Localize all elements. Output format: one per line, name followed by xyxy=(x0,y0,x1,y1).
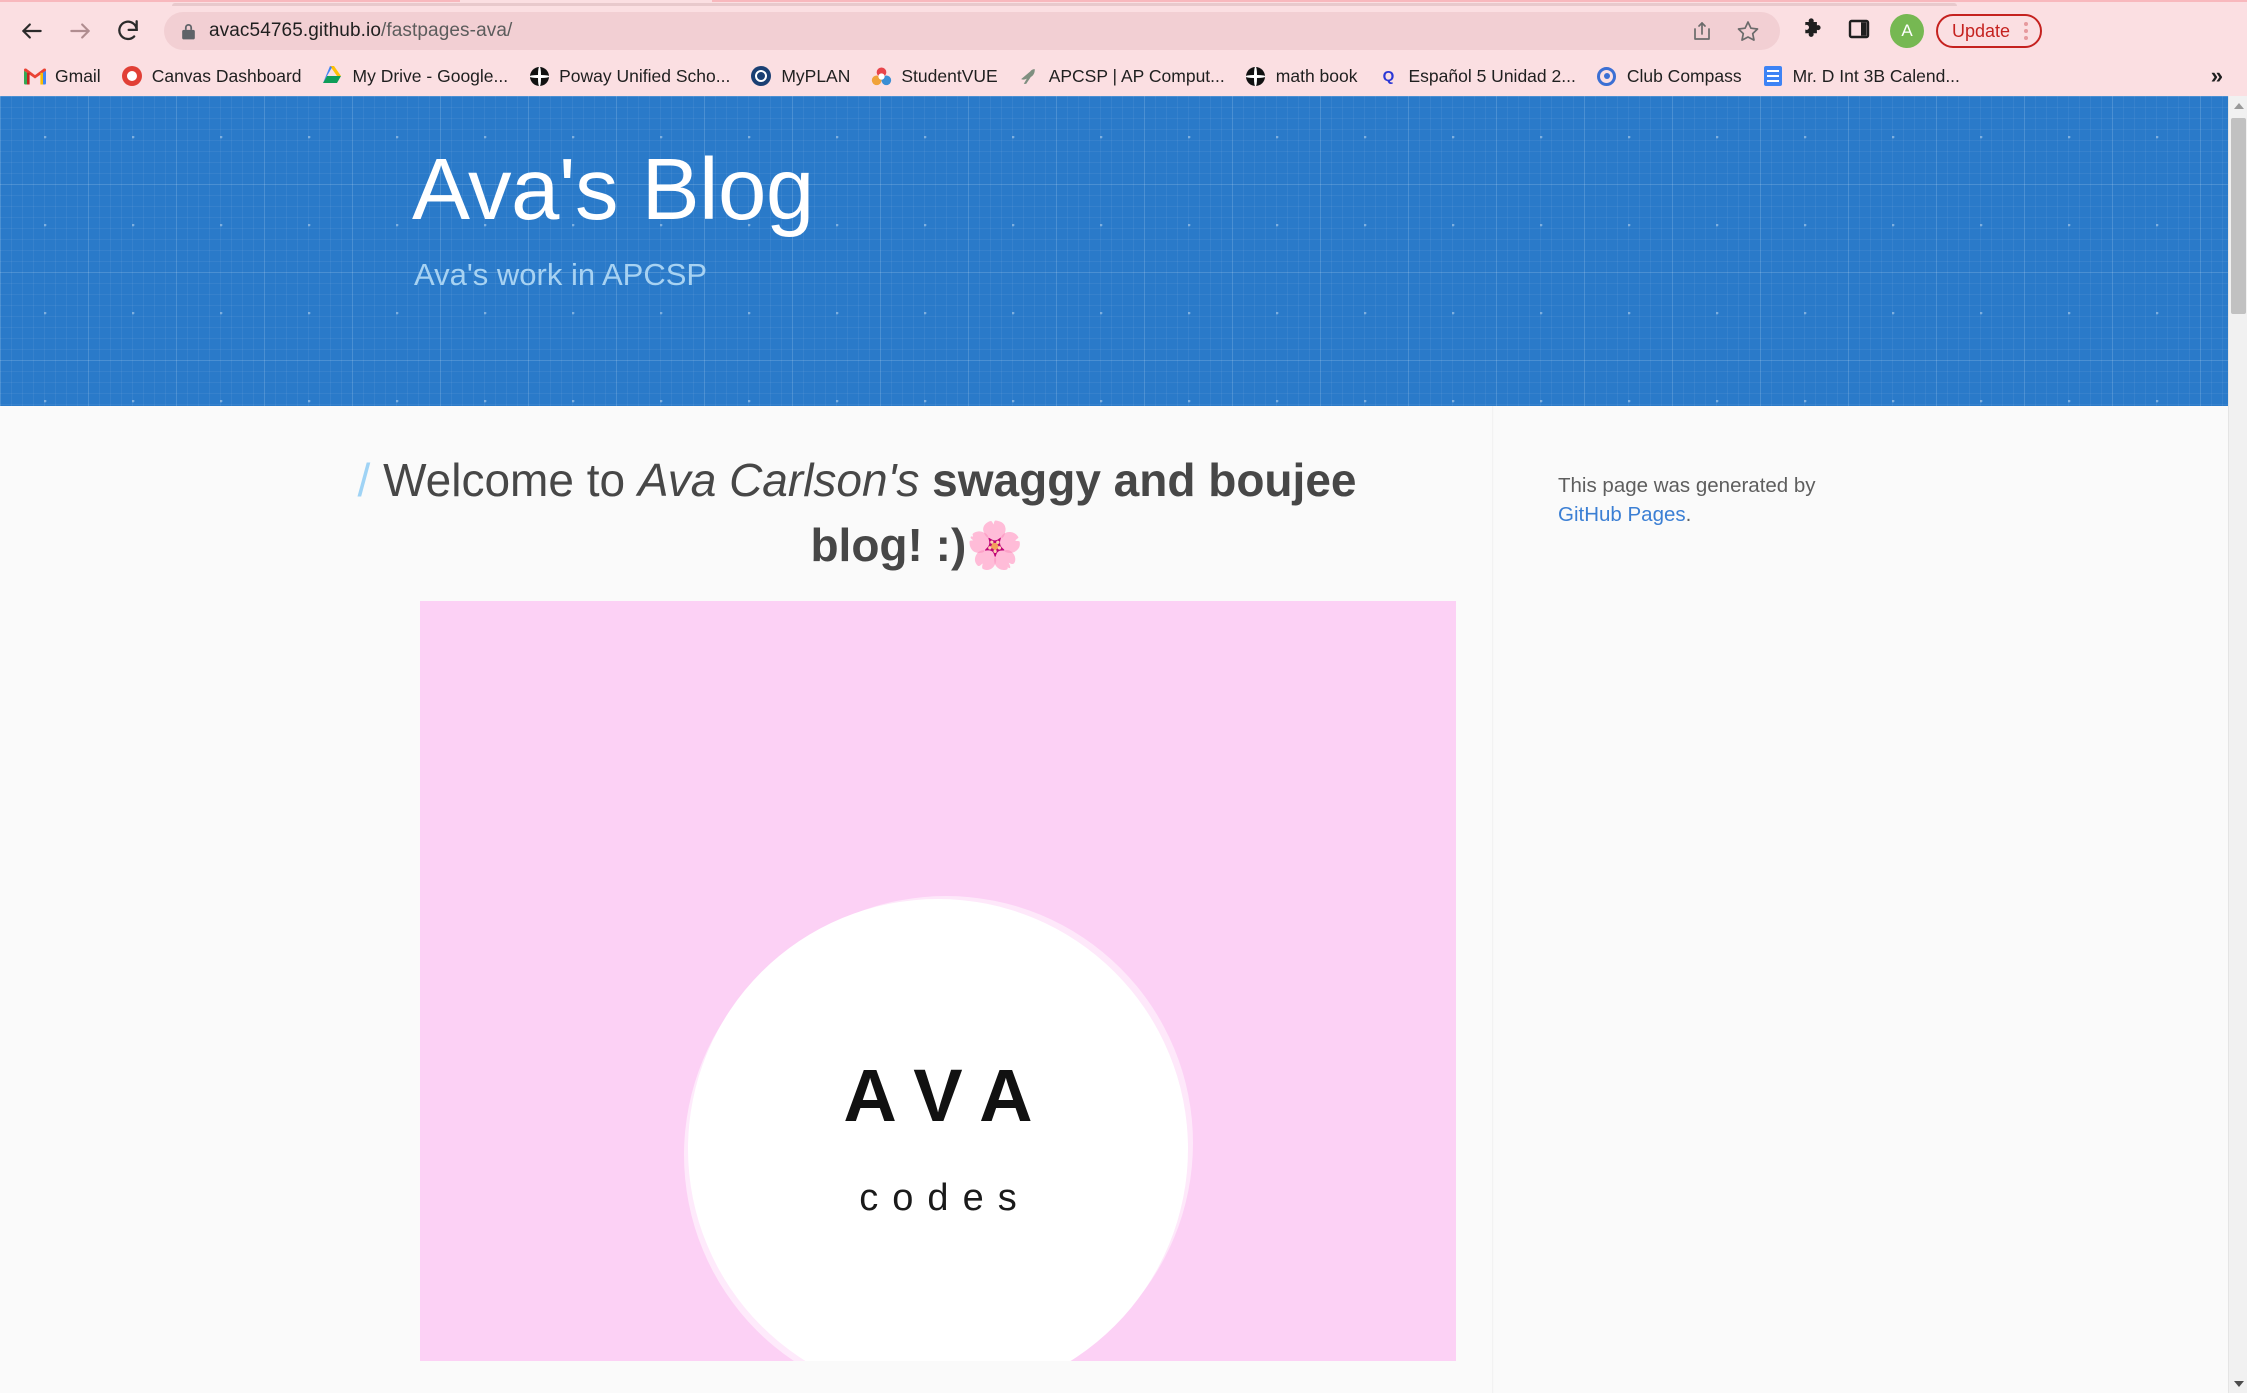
generated-by-suffix: . xyxy=(1685,503,1692,527)
lock-icon xyxy=(180,22,197,41)
google-drive-icon xyxy=(322,65,344,87)
bookmark-label: Poway Unified Scho... xyxy=(559,65,731,86)
reload-button[interactable] xyxy=(104,7,152,55)
url-domain: avac54765.github.io xyxy=(209,20,381,41)
page-title: / Welcome to Ava Carlson's swaggy and bo… xyxy=(0,406,1492,579)
side-panel-button[interactable] xyxy=(1836,8,1882,54)
bookmark-label: My Drive - Google... xyxy=(352,65,509,86)
sidebar-column: This page was generated by GitHub Pages. xyxy=(1492,406,2228,1393)
column-divider xyxy=(1492,406,1494,1393)
scroll-down-arrow-icon[interactable] xyxy=(2229,1374,2247,1393)
bookmarks-bar: Gmail Canvas Dashboard My Drive - Google… xyxy=(0,56,2247,96)
bookmark-label: Gmail xyxy=(55,65,101,86)
tab-strip xyxy=(0,0,2247,6)
share-icon[interactable] xyxy=(1690,19,1714,43)
page-viewport: Ava's Blog Ava's work in APCSP / Welcome… xyxy=(0,96,2247,1393)
title-author: Ava Carlson's xyxy=(637,454,920,506)
browser-chrome: avac54765.github.io/fastpages-ava/ A Upd… xyxy=(0,0,2247,96)
bookmark-label: Canvas Dashboard xyxy=(151,65,302,86)
scrollbar-thumb[interactable] xyxy=(2231,118,2246,314)
gmail-icon xyxy=(24,65,46,87)
github-pages-link[interactable]: GitHub Pages xyxy=(1558,503,1686,526)
side-panel-icon xyxy=(1847,17,1871,46)
bookmark-myplan[interactable]: MyPLAN xyxy=(740,61,860,91)
bookmark-my-drive[interactable]: My Drive - Google... xyxy=(312,61,519,91)
bookmark-mr-d-calendar[interactable]: Mr. D Int 3B Calend... xyxy=(1752,61,1970,91)
site-tagline: Ava's work in APCSP xyxy=(414,257,708,293)
update-button[interactable]: Update xyxy=(1936,14,2043,48)
bookmark-studentvue[interactable]: StudentVUE xyxy=(860,61,1007,91)
canvas-icon xyxy=(121,65,143,87)
browser-toolbar: avac54765.github.io/fastpages-ava/ A Upd… xyxy=(0,6,2247,56)
page-scrollbar[interactable] xyxy=(2228,96,2247,1393)
toolbar-actions: A Update xyxy=(1790,8,2043,54)
bookmark-apcsp[interactable]: APCSP | AP Comput... xyxy=(1008,61,1235,91)
myplan-icon xyxy=(750,65,772,87)
extensions-button[interactable] xyxy=(1790,8,1836,54)
address-bar-actions xyxy=(1690,19,1764,43)
post-logo-image: AVA codes xyxy=(420,600,1456,1361)
bookmark-label: Club Compass xyxy=(1626,65,1742,86)
bookmark-label: APCSP | AP Comput... xyxy=(1048,65,1225,86)
globe-icon xyxy=(528,65,550,87)
bookmark-label: MyPLAN xyxy=(781,65,851,86)
star-icon[interactable] xyxy=(1736,19,1760,43)
bookmark-espanol-unidad[interactable]: Q Español 5 Unidad 2... xyxy=(1367,61,1585,91)
update-button-label: Update xyxy=(1952,20,2011,41)
title-slash: / xyxy=(357,454,371,506)
address-bar-url: avac54765.github.io/fastpages-ava/ xyxy=(209,20,1678,42)
bookmark-club-compass[interactable]: Club Compass xyxy=(1586,61,1752,91)
tab-strip-line-right xyxy=(712,0,2247,2)
profile-avatar[interactable]: A xyxy=(1890,14,1924,48)
content-area: / Welcome to Ava Carlson's swaggy and bo… xyxy=(0,406,2228,1393)
studentvue-icon xyxy=(870,65,892,87)
site-title: Ava's Blog xyxy=(412,141,814,238)
forward-button[interactable] xyxy=(56,7,104,55)
main-column: / Welcome to Ava Carlson's swaggy and bo… xyxy=(0,406,1492,1393)
generated-by-note: This page was generated by GitHub Pages. xyxy=(1558,471,1858,530)
bookmarks-overflow-button[interactable]: » xyxy=(2199,61,2235,91)
puzzle-piece-icon xyxy=(1800,16,1826,47)
bookmark-poway-unified[interactable]: Poway Unified Scho... xyxy=(518,61,740,91)
scroll-up-arrow-icon[interactable] xyxy=(2229,96,2247,115)
quizlet-icon: Q xyxy=(1382,67,1395,85)
bookmark-label: math book xyxy=(1275,65,1358,86)
site-header: Ava's Blog Ava's work in APCSP xyxy=(0,96,2228,406)
reload-icon xyxy=(115,18,141,44)
generated-by-prefix: This page was generated by xyxy=(1558,473,1816,497)
bookmark-gmail[interactable]: Gmail xyxy=(14,61,111,91)
address-bar[interactable]: avac54765.github.io/fastpages-ava/ xyxy=(164,12,1780,50)
bookmark-canvas-dashboard[interactable]: Canvas Dashboard xyxy=(111,61,312,91)
bookmark-label: Mr. D Int 3B Calend... xyxy=(1792,65,1960,86)
forward-arrow-icon xyxy=(67,18,93,44)
back-arrow-icon xyxy=(19,18,45,44)
bird-icon xyxy=(1018,65,1040,87)
tab-strip-line-left xyxy=(0,0,460,2)
active-tab[interactable] xyxy=(172,3,1957,6)
bookmark-math-book[interactable]: math book xyxy=(1235,61,1368,91)
bookmark-label: Español 5 Unidad 2... xyxy=(1408,65,1576,86)
globe-icon xyxy=(1245,65,1267,87)
logo-primary-text: AVA xyxy=(843,1053,1055,1137)
bookmark-label: StudentVUE xyxy=(901,65,998,86)
page-content: Ava's Blog Ava's work in APCSP / Welcome… xyxy=(0,96,2228,1393)
kebab-menu-icon[interactable] xyxy=(2020,22,2032,40)
url-path: /fastpages-ava/ xyxy=(380,20,513,41)
target-icon xyxy=(1596,65,1618,87)
cherry-blossom-icon: 🌸 xyxy=(966,519,1024,572)
title-plain: Welcome to xyxy=(370,454,638,506)
logo-secondary-text: codes xyxy=(859,1176,1031,1219)
back-button[interactable] xyxy=(8,7,56,55)
calendar-icon xyxy=(1762,65,1784,87)
